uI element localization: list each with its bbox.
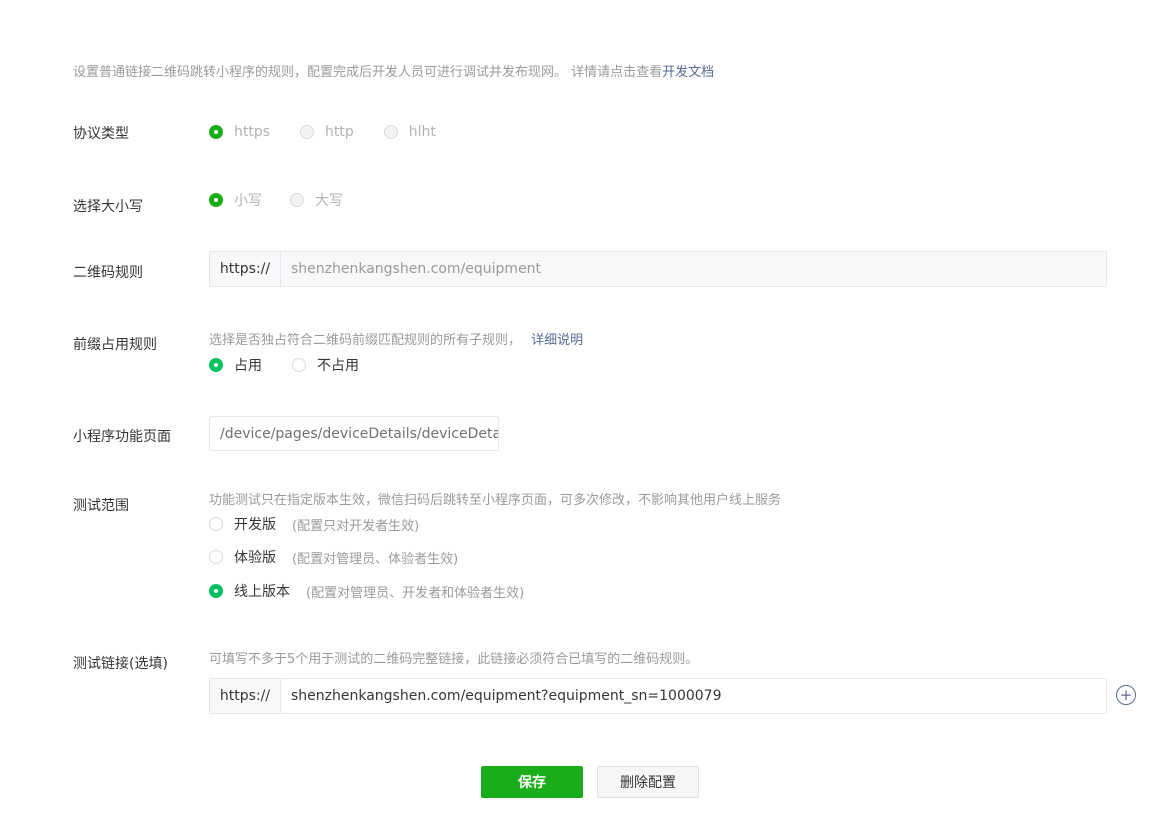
- radio-unchecked-icon[interactable]: [209, 517, 223, 531]
- qr-rule-input-group: https:// shenzhenkangshen.com/equipment: [209, 251, 1107, 287]
- protocol-option-https[interactable]: https: [209, 124, 270, 140]
- test-scope-option-label: 体验版: [234, 550, 276, 566]
- protocol-option-label: http: [325, 124, 354, 140]
- case-option-upper[interactable]: 大写: [290, 190, 343, 210]
- prefix-option-label: 占用: [234, 358, 262, 374]
- case-option-lower[interactable]: 小写: [209, 190, 262, 210]
- prefix-rule-label: 前缀占用规则: [73, 337, 157, 353]
- page-path-label: 小程序功能页面: [73, 429, 171, 445]
- delete-config-button[interactable]: 删除配置: [597, 766, 699, 798]
- prefix-rule-options: 占用 不占用: [209, 355, 359, 375]
- test-link-input-group: https:// shenzhenkangshen.com/equipment?…: [209, 678, 1107, 714]
- intro-text: 设置普通链接二维码跳转小程序的规则，配置完成后开发人员可进行调试并发布现网。 详…: [73, 61, 714, 80]
- radio-unchecked-icon[interactable]: [300, 125, 315, 139]
- test-scope-option-trial[interactable]: 体验版 (配置对管理员、体验者生效): [209, 547, 458, 567]
- case-option-label: 大写: [315, 193, 343, 209]
- test-scope-option-note: (配置对管理员、开发者和体验者生效): [306, 585, 525, 601]
- test-scope-option-note: (配置只对开发者生效): [292, 518, 420, 534]
- test-scope-option-label: 开发版: [234, 517, 276, 533]
- save-button[interactable]: 保存: [481, 766, 583, 798]
- protocol-option-hlht[interactable]: hlht: [383, 124, 436, 140]
- test-scope-option-online[interactable]: 线上版本 (配置对管理员、开发者和体验者生效): [209, 581, 524, 601]
- case-option-label: 小写: [234, 193, 262, 209]
- radio-checked-icon[interactable]: [209, 125, 223, 139]
- protocol-options: https http hlht: [209, 124, 436, 140]
- radio-checked-icon[interactable]: [209, 193, 223, 207]
- protocol-option-label: https: [234, 124, 271, 140]
- protocol-option-http[interactable]: http: [300, 124, 354, 140]
- qr-rule-input[interactable]: shenzhenkangshen.com/equipment: [281, 252, 1106, 286]
- test-link-prefix: https://: [210, 679, 281, 713]
- test-scope-label: 测试范围: [73, 498, 129, 514]
- prefix-rule-hint-text: 选择是否独占符合二维码前缀匹配规则的所有子规则，: [209, 333, 522, 348]
- radio-unchecked-icon[interactable]: [292, 358, 306, 372]
- test-scope-hint: 功能测试只在指定版本生效，微信扫码后跳转至小程序页面，可多次修改，不影响其他用户…: [209, 493, 782, 508]
- test-link-label: 测试链接(选填): [73, 656, 168, 672]
- plus-circle-icon[interactable]: +: [1116, 685, 1136, 705]
- prefix-option-not-occupy[interactable]: 不占用: [292, 355, 359, 375]
- test-link-input[interactable]: shenzhenkangshen.com/equipment?equipment…: [281, 679, 1106, 713]
- test-link-hint: 可填写不多于5个用于测试的二维码完整链接，此链接必须符合已填写的二维码规则。: [209, 652, 699, 667]
- radio-checked-icon[interactable]: [209, 584, 223, 598]
- radio-unchecked-icon[interactable]: [383, 125, 398, 139]
- prefix-option-occupy[interactable]: 占用: [209, 355, 262, 375]
- intro-description: 设置普通链接二维码跳转小程序的规则，配置完成后开发人员可进行调试并发布现网。 详…: [73, 65, 663, 80]
- qr-rule-label: 二维码规则: [73, 265, 143, 281]
- prefix-rule-hint: 选择是否独占符合二维码前缀匹配规则的所有子规则， 详细说明: [209, 329, 583, 348]
- test-scope-option-dev[interactable]: 开发版 (配置只对开发者生效): [209, 514, 419, 534]
- test-scope-option-label: 线上版本: [234, 584, 290, 600]
- test-scope-option-note: (配置对管理员、体验者生效): [292, 551, 459, 567]
- case-label: 选择大小写: [73, 199, 143, 215]
- case-options: 小写 大写: [209, 190, 343, 210]
- radio-checked-icon[interactable]: [209, 358, 223, 372]
- page-path-input[interactable]: /device/pages/deviceDetails/deviceDeta: [209, 416, 499, 451]
- radio-unchecked-icon[interactable]: [209, 550, 223, 564]
- prefix-option-label: 不占用: [317, 358, 359, 374]
- prefix-rule-detail-link[interactable]: 详细说明: [531, 333, 583, 348]
- protocol-label: 协议类型: [73, 126, 129, 142]
- qr-rule-prefix: https://: [210, 252, 281, 286]
- dev-docs-link[interactable]: 开发文档: [662, 65, 714, 80]
- radio-unchecked-icon[interactable]: [290, 193, 304, 207]
- protocol-option-label: hlht: [408, 124, 436, 140]
